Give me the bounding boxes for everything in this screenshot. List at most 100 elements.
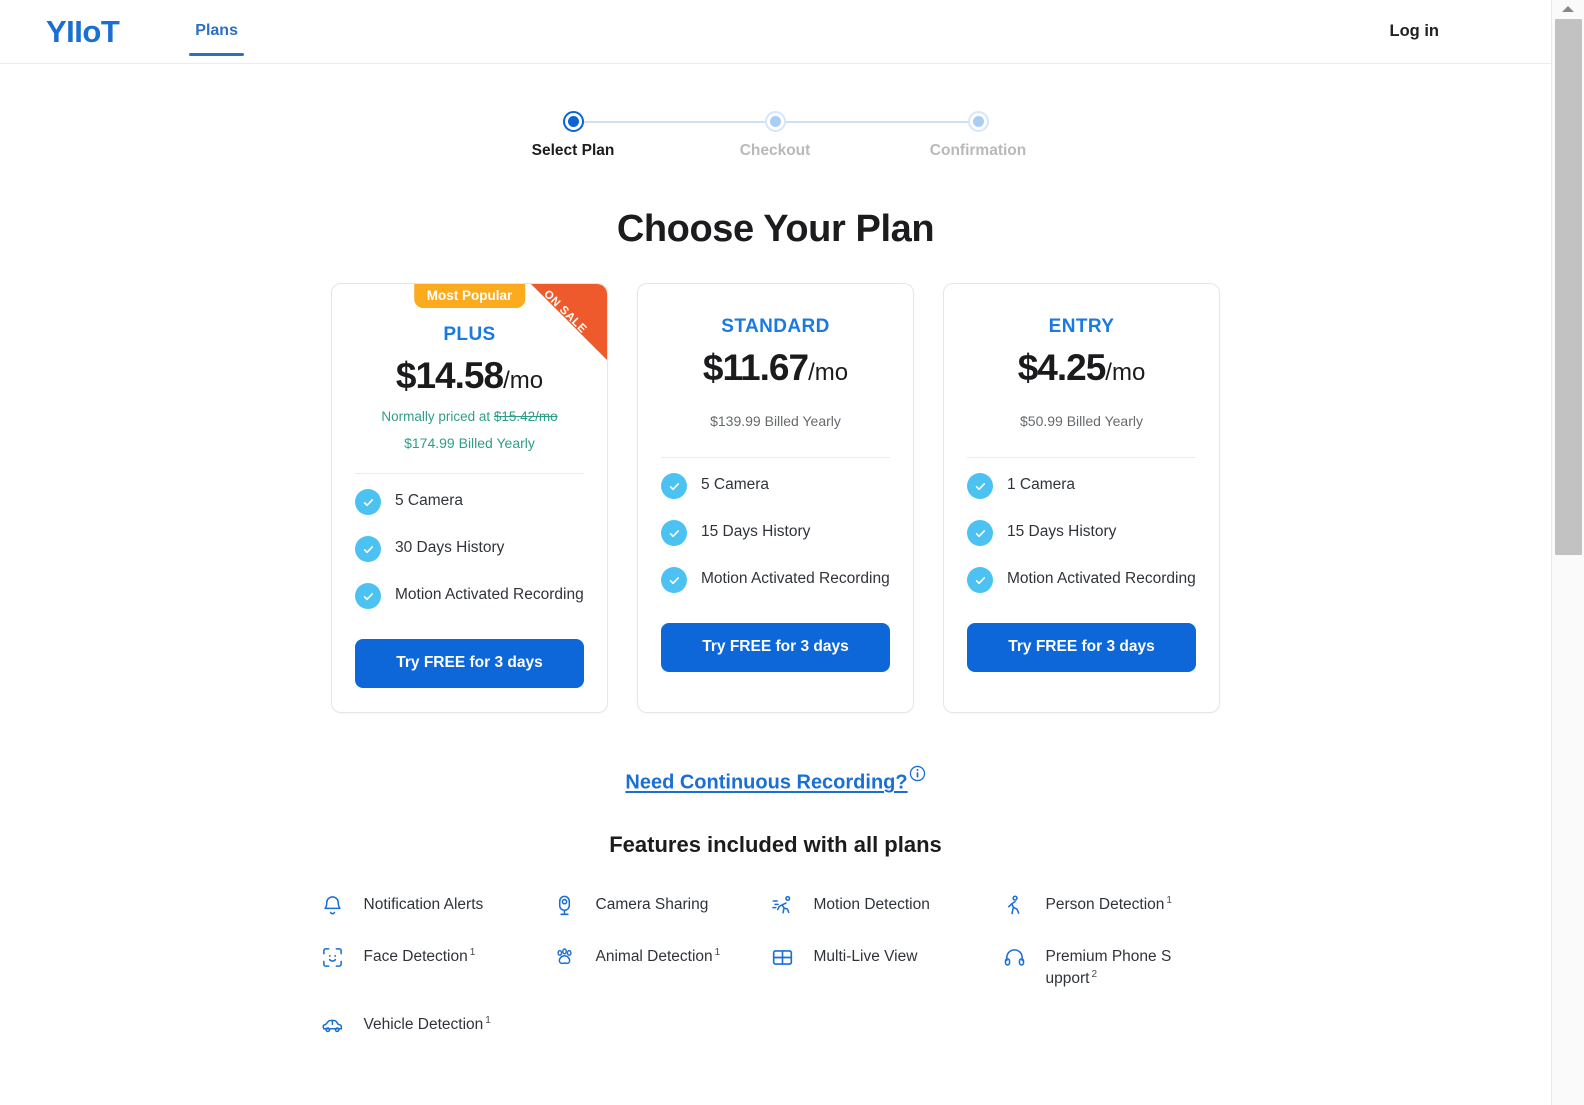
try-free-button-standard[interactable]: Try FREE for 3 days <box>661 623 890 672</box>
plan-feature-label: 15 Days History <box>1007 523 1117 540</box>
plan-sale-prefix: Normally priced at <box>381 409 494 424</box>
main-nav: Plans <box>189 0 244 64</box>
grid-icon <box>766 940 800 974</box>
plan-feature: Motion Activated Recording <box>967 566 1196 593</box>
continuous-recording-link[interactable]: Need Continuous Recording? <box>625 771 907 793</box>
login-button[interactable]: Log in <box>1390 22 1439 41</box>
feature-label: Vehicle Detection 1 <box>363 1015 491 1034</box>
plan-billed-standard: $139.99 Billed Yearly <box>710 413 841 429</box>
step-label-confirmation: Confirmation <box>929 142 1027 159</box>
feature-camera-sharing: Camera Sharing <box>548 888 766 922</box>
plan-feature-list: 5 Camera 30 Days History Motion Activate… <box>355 488 584 609</box>
site-header: YIIoT Plans Log in <box>0 0 1551 64</box>
nav-item-plans-label: Plans <box>195 21 238 39</box>
card-divider <box>355 473 584 474</box>
nav-item-plans[interactable]: Plans <box>189 0 244 64</box>
footnote-marker: 1 <box>469 947 476 959</box>
plan-sale-struck-price: $15.42/mo <box>493 409 558 424</box>
plan-card-standard[interactable]: STANDARD $11.67/mo $139.99 Billed Yearly… <box>637 283 914 713</box>
feature-animal-detection: Animal Detection 1 <box>548 940 766 990</box>
feature-motion-detection: Motion Detection <box>766 888 998 922</box>
headset-icon <box>998 940 1032 974</box>
plan-price-period: /mo <box>1105 359 1146 386</box>
footnote-marker: 2 <box>1091 969 1098 981</box>
plan-feature-label: Motion Activated Recording <box>1007 570 1196 587</box>
plan-price-plus: $14.58/mo <box>355 355 584 397</box>
plan-price-period: /mo <box>503 367 544 394</box>
plan-billed-plus: $174.99 Billed Yearly <box>404 435 535 451</box>
camera-icon <box>548 888 582 922</box>
footnote-marker: 1 <box>485 1015 491 1027</box>
plan-price-standard: $11.67/mo <box>661 347 890 389</box>
check-icon <box>967 473 993 499</box>
plan-billed-entry: $50.99 Billed Yearly <box>1020 413 1143 429</box>
feature-label: Multi-Live View <box>813 948 918 966</box>
page-scrollbar[interactable] <box>1551 0 1584 1105</box>
check-icon <box>967 520 993 546</box>
feature-vehicle-detection: Vehicle Detection 1 <box>316 1008 548 1042</box>
step-dot-inactive <box>967 111 989 132</box>
plan-feature-label: Motion Activated Recording <box>701 570 890 587</box>
step-dot-inner <box>567 116 579 127</box>
on-sale-ribbon: ON SALE <box>531 284 607 360</box>
plan-card-entry[interactable]: ENTRY $4.25/mo $50.99 Billed Yearly 1 Ca… <box>943 283 1220 713</box>
plan-name-standard: STANDARD <box>721 316 830 337</box>
step-dot-inner <box>972 116 984 127</box>
plan-feature-label: 30 Days History <box>395 539 505 556</box>
feature-person-detection: Person Detection 1 <box>998 888 1218 922</box>
plan-price-amount: $14.58 <box>395 355 504 396</box>
check-icon <box>355 489 381 515</box>
feature-label: Person Detection 1 <box>1045 895 1172 914</box>
plan-feature: Motion Activated Recording <box>355 582 584 609</box>
step-connector-2 <box>775 121 978 123</box>
feature-label: Notification Alerts <box>363 896 484 914</box>
plan-sale-note: Normally priced at $15.42/mo <box>355 409 584 424</box>
card-divider <box>661 457 890 458</box>
plan-feature-label: 1 Camera <box>1007 476 1076 493</box>
step-dot-inactive <box>764 111 786 132</box>
scroll-up-arrow-icon[interactable] <box>1552 0 1584 18</box>
all-plan-features-grid: Notification Alerts Camera Sharing Motio… <box>316 888 1236 1042</box>
continuous-recording-row: Need Continuous Recording? <box>0 765 1551 794</box>
plan-feature: 15 Days History <box>967 519 1196 546</box>
plan-feature: 1 Camera <box>967 472 1196 499</box>
brand-logo[interactable]: YIIoT <box>46 16 120 47</box>
plan-feature-list: 1 Camera 15 Days History Motion Activate… <box>967 472 1196 593</box>
feature-face-detection: Face Detection 1 <box>316 940 548 990</box>
person-icon <box>998 888 1032 922</box>
feature-label: Camera Sharing <box>595 896 709 914</box>
plan-feature-list: 5 Camera 15 Days History Motion Activate… <box>661 472 890 593</box>
plan-name-entry: ENTRY <box>1048 316 1115 337</box>
scrollbar-thumb[interactable] <box>1555 19 1582 555</box>
plan-feature: 15 Days History <box>661 519 890 546</box>
checkout-stepper: Select Plan Checkout Confirmation <box>0 111 1551 160</box>
check-icon <box>661 567 687 593</box>
motion-icon <box>766 888 800 922</box>
page-title: Choose Your Plan <box>616 208 935 250</box>
plan-feature: 30 Days History <box>355 535 584 562</box>
features-section-title: Features included with all plans <box>609 832 942 858</box>
step-connector-1 <box>573 121 775 123</box>
plan-feature-label: 15 Days History <box>701 523 811 540</box>
plan-feature: 5 Camera <box>661 472 890 499</box>
footnote-marker: 1 <box>1166 895 1172 907</box>
check-icon <box>355 583 381 609</box>
plan-price-amount: $11.67 <box>702 347 809 388</box>
plan-feature-label: Motion Activated Recording <box>395 586 584 603</box>
nav-active-underline <box>189 52 244 56</box>
feature-multi-live-view: Multi-Live View <box>766 940 998 990</box>
check-icon <box>661 473 687 499</box>
plan-price-period: /mo <box>808 359 849 386</box>
feature-label: Premium Phone S upport 2 <box>1045 948 1172 988</box>
plan-feature-label: 5 Camera <box>395 492 464 509</box>
plan-card-list: Most Popular ON SALE PLUS $14.58/mo Norm… <box>0 283 1551 713</box>
step-dot-active <box>562 111 584 132</box>
info-icon[interactable] <box>909 765 926 782</box>
plan-name-plus: PLUS <box>443 324 496 345</box>
feature-notification-alerts: Notification Alerts <box>316 888 548 922</box>
try-free-button-entry[interactable]: Try FREE for 3 days <box>967 623 1196 672</box>
plan-card-plus[interactable]: Most Popular ON SALE PLUS $14.58/mo Norm… <box>331 283 608 713</box>
step-dot-inner <box>769 116 781 127</box>
try-free-button-plus[interactable]: Try FREE for 3 days <box>355 639 584 688</box>
browser-viewport: YIIoT Plans Log in Select Plan Checkout … <box>0 0 1551 1105</box>
